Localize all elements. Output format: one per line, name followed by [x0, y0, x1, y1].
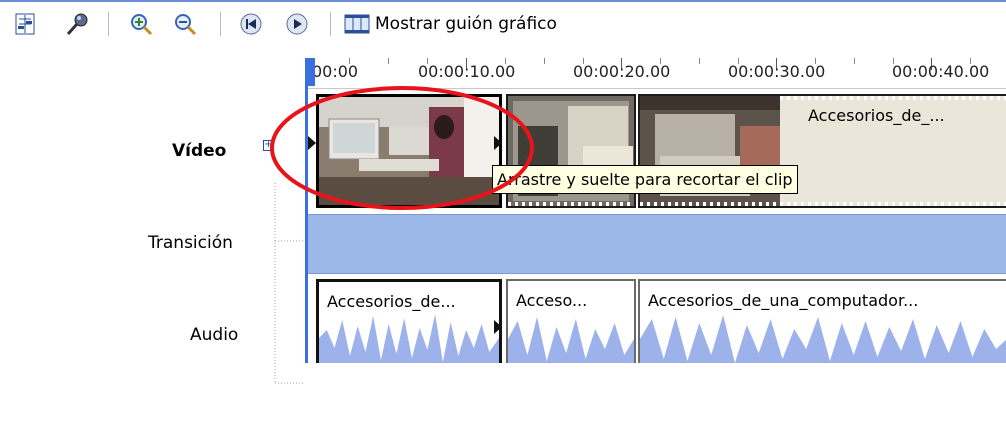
microphone-icon — [66, 13, 88, 36]
show-storyboard-button[interactable]: Mostrar guión gráfico — [344, 10, 557, 38]
zoom-out-button[interactable] — [172, 11, 198, 37]
audio-clip[interactable]: Accesorios_de... — [316, 279, 502, 363]
audio-waveform — [640, 315, 1006, 363]
video-clip-thumbnail — [319, 97, 499, 205]
ruler-label: 00:00:10.00 — [418, 62, 516, 81]
transition-track[interactable] — [308, 214, 1006, 274]
video-clip-title: Accesorios_de_... — [808, 106, 945, 125]
rewind-button[interactable] — [238, 11, 264, 37]
audio-track[interactable]: Accesorios_de... Acceso... Accesorios_de… — [308, 276, 1006, 363]
transition-track-label: Transición — [148, 233, 233, 253]
ruler-tick — [544, 58, 545, 64]
film-perforation — [640, 202, 1006, 206]
play-icon — [286, 13, 308, 35]
expand-video-track-toggle[interactable]: + — [263, 140, 274, 151]
clip-trim-handle[interactable] — [494, 320, 502, 334]
audio-waveform — [319, 314, 499, 363]
show-storyboard-label: Mostrar guión gráfico — [375, 14, 557, 34]
video-track[interactable]: Accesorios_de_... — [308, 92, 1006, 212]
toolbar-separator — [220, 12, 221, 36]
video-track-label: Vídeo — [172, 141, 227, 161]
ruler-label: 00:00:40.00 — [892, 62, 990, 81]
zoom-in-button[interactable] — [128, 11, 154, 37]
storyboard-icon — [344, 14, 370, 34]
audio-clip[interactable]: Acceso... — [506, 279, 636, 363]
ruler-label: 00:00:20.00 — [573, 62, 671, 81]
timeline-area[interactable]: 00:00 00:00:10.00 00:00:20.00 00:00:30.0… — [305, 58, 1006, 363]
ruler-label: 00:00:30.00 — [728, 62, 826, 81]
clip-trim-handle[interactable] — [494, 136, 502, 150]
audio-levels-button[interactable] — [12, 11, 38, 37]
play-button[interactable] — [284, 11, 310, 37]
time-ruler[interactable]: 00:00 00:00:10.00 00:00:20.00 00:00:30.0… — [308, 58, 1006, 89]
toolbar-separator — [108, 12, 109, 36]
track-header-panel: Vídeo + Transición Audio — [0, 43, 307, 384]
ruler-tick — [388, 58, 389, 64]
clip-trim-handle[interactable] — [308, 136, 316, 150]
audio-waveform — [508, 317, 634, 363]
audio-track-label: Audio — [190, 325, 239, 345]
narrate-button[interactable] — [64, 11, 90, 37]
film-perforation — [508, 202, 634, 206]
playhead-indicator[interactable] — [308, 58, 315, 86]
audio-clip-title: Accesorios_de... — [327, 292, 456, 311]
rewind-icon — [240, 13, 262, 35]
audio-clip-title: Accesorios_de_una_computador... — [648, 291, 919, 310]
ruler-tick — [854, 58, 855, 64]
ruler-label: 00:00 — [312, 62, 359, 81]
zoom-out-icon — [175, 14, 197, 36]
audio-clip-title: Acceso... — [516, 291, 588, 310]
audio-levels-icon — [15, 13, 35, 35]
trim-tooltip: Arrastre y suelte para recortar el clip — [492, 165, 798, 194]
ruler-tick — [699, 58, 700, 64]
zoom-in-icon — [131, 14, 153, 36]
video-clip[interactable] — [316, 94, 502, 208]
timeline-toolbar: Mostrar guión gráfico — [0, 0, 1006, 43]
audio-clip[interactable]: Accesorios_de_una_computador... — [638, 279, 1006, 363]
toolbar-separator — [330, 12, 331, 36]
